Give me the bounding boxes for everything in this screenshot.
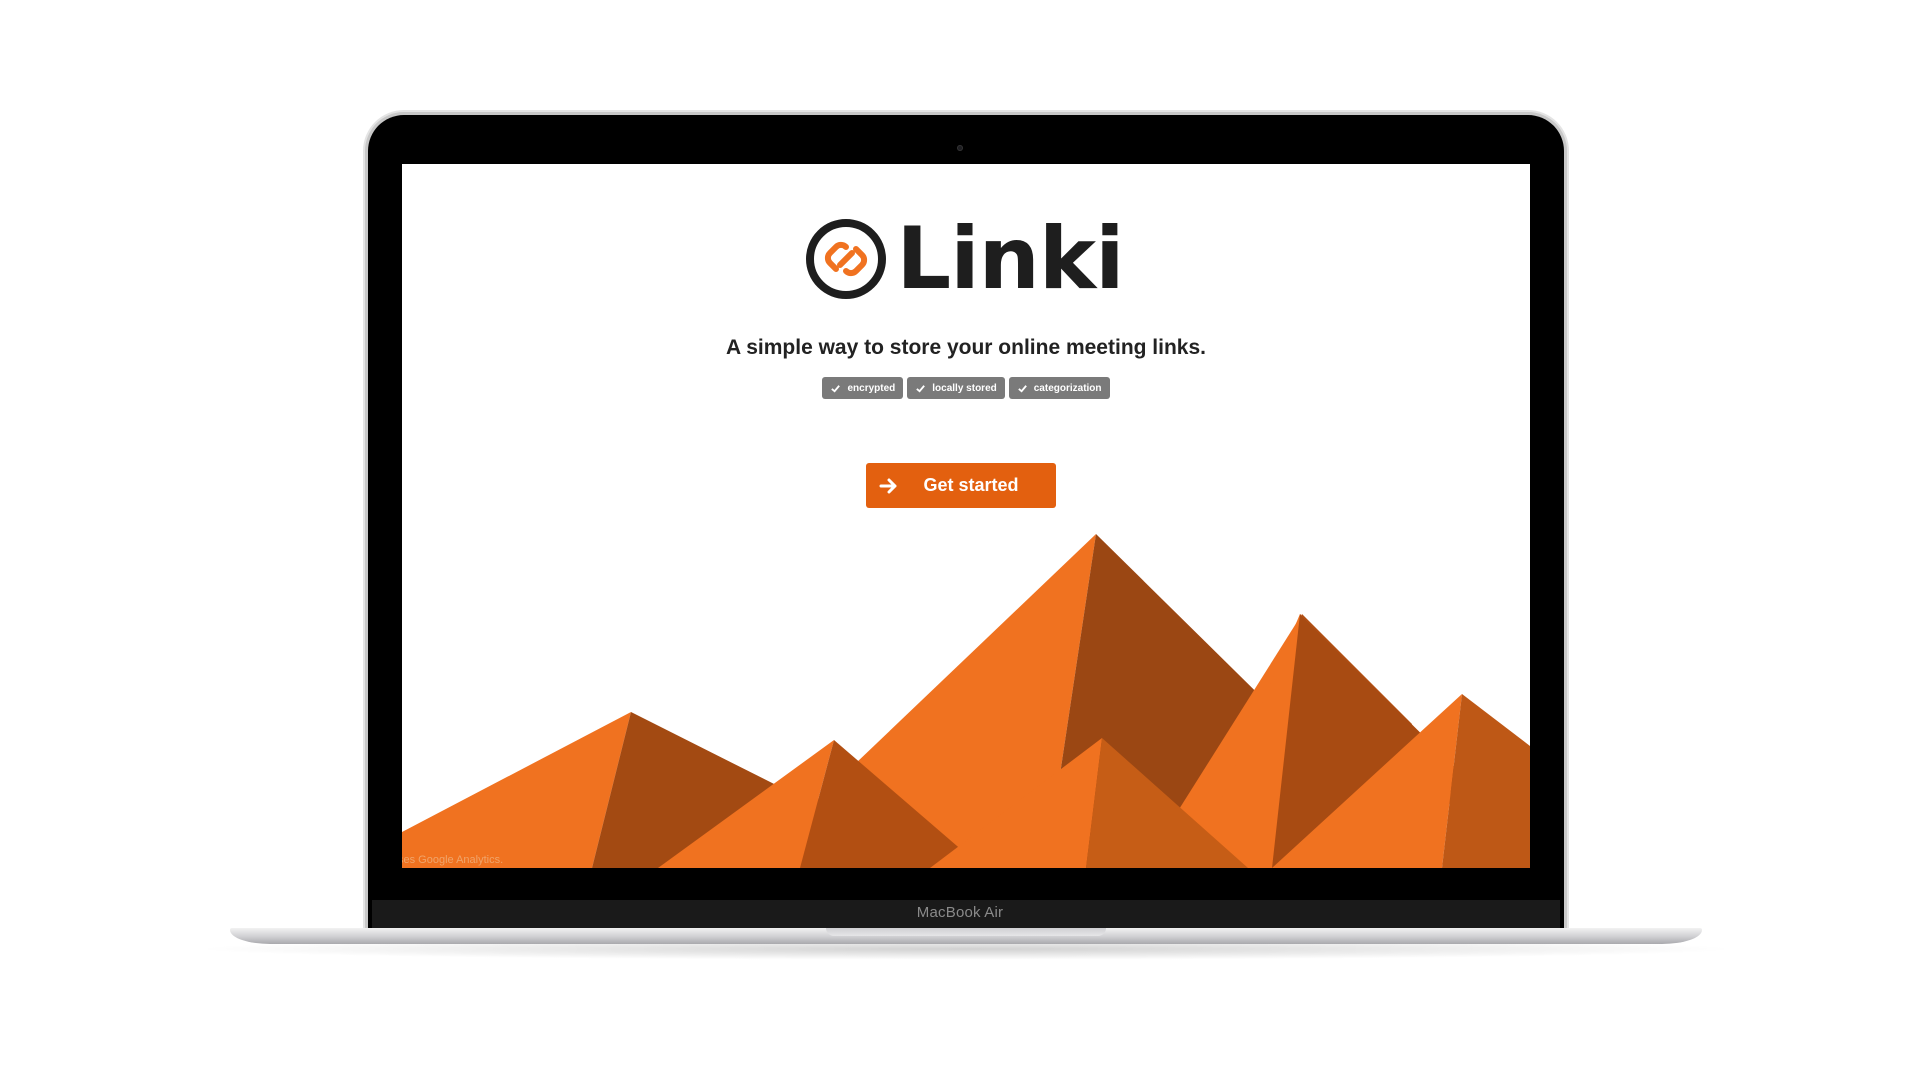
app-screen: Linki A simple way to store your online … — [402, 164, 1530, 868]
analytics-notice: ses Google Analytics. — [402, 854, 504, 866]
app-name: Linki — [896, 209, 1124, 309]
laptop-base-notch — [826, 928, 1106, 936]
webcam-icon — [957, 145, 963, 151]
check-icon — [831, 384, 841, 393]
chain-link-icon — [806, 219, 887, 299]
tagline: A simple way to store your online meetin… — [726, 336, 1206, 359]
badge-label: locally stored — [932, 382, 997, 394]
get-started-button[interactable]: Get started — [866, 463, 1056, 508]
device-model-label: MacBook Air — [916, 904, 1004, 921]
badge-categorization: categorization — [1008, 377, 1110, 399]
check-icon — [1017, 384, 1027, 393]
feature-badges: encrypted locally stored categorization — [402, 377, 1530, 399]
check-icon — [916, 384, 926, 393]
badge-label: categorization — [1033, 382, 1102, 394]
badge-locally-stored: locally stored — [907, 377, 1005, 399]
badge-encrypted: encrypted — [822, 377, 904, 399]
device-mockup: MacBook Air Linki A simple way to store … — [0, 0, 1920, 1080]
badge-label: encrypted — [847, 382, 896, 394]
get-started-label: Get started — [923, 475, 1019, 495]
arrow-right-icon — [879, 478, 897, 493]
app-logo: Linki — [402, 214, 1530, 304]
